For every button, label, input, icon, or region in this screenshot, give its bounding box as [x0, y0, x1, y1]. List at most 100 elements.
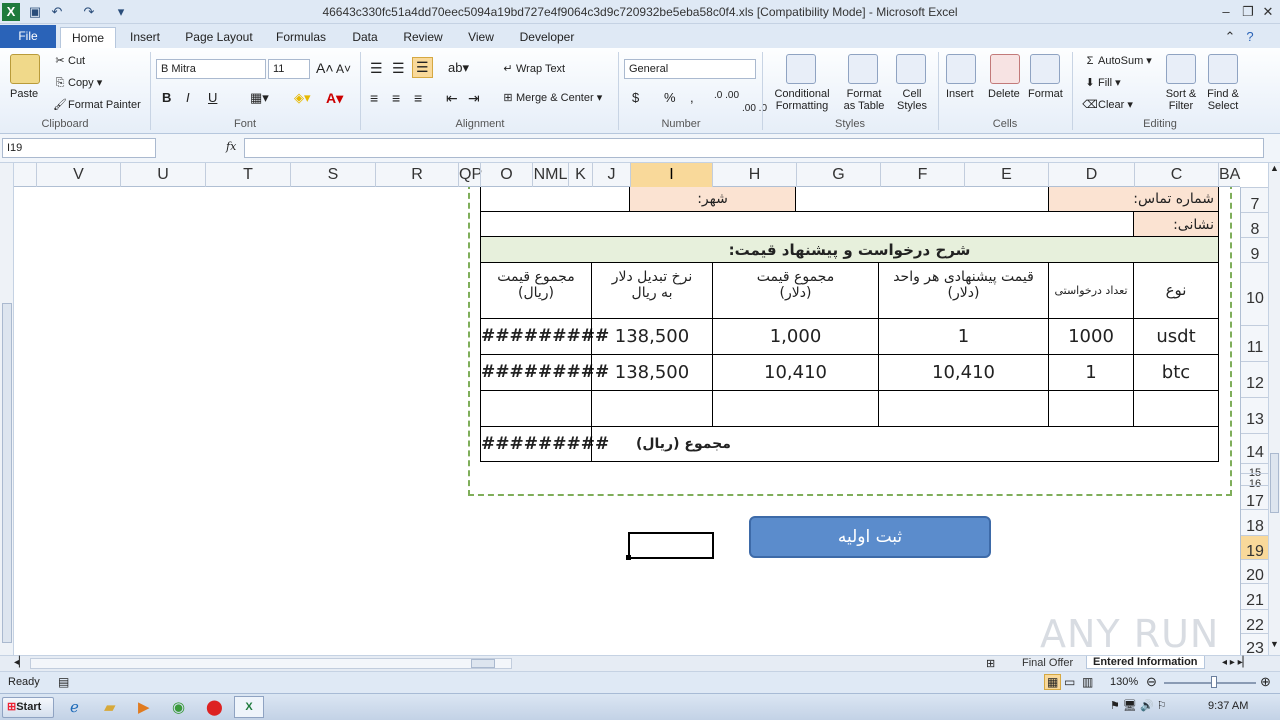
scroll-down-icon[interactable]: ▼ — [1269, 639, 1280, 655]
row-header[interactable]: 15 — [1241, 463, 1269, 479]
zoom-slider-thumb[interactable] — [1211, 676, 1217, 688]
column-header[interactable]: T — [205, 163, 290, 187]
delete-cells-icon[interactable] — [990, 54, 1020, 84]
paste-button[interactable]: Paste — [10, 88, 38, 100]
header-unit-price[interactable]: قیمت پیشنهادی هر واحد (دلار) — [878, 262, 1049, 319]
column-header[interactable]: H — [712, 163, 796, 187]
cell-qty[interactable]: 1 — [1048, 354, 1134, 391]
scroll-thumb[interactable] — [1270, 453, 1279, 513]
insert-sheet-icon[interactable]: ⊞ — [986, 657, 995, 670]
close-icon[interactable]: ✕ — [1258, 3, 1278, 21]
row-header[interactable]: 12 — [1241, 361, 1269, 397]
zoom-out-icon[interactable]: ⊖ — [1146, 674, 1157, 690]
comma-button[interactable]: , — [690, 90, 694, 105]
column-header[interactable]: I — [630, 163, 712, 187]
zoom-in-icon[interactable]: ⊕ — [1260, 674, 1271, 690]
column-header[interactable]: F — [880, 163, 964, 187]
align-right-icon[interactable]: ≡ — [414, 90, 422, 106]
page-break-view-icon[interactable]: ▥ — [1082, 675, 1093, 689]
align-left-icon[interactable]: ≡ — [370, 90, 378, 106]
cell-unit-price[interactable]: 10,410 — [878, 354, 1049, 391]
tab-view[interactable]: View — [460, 27, 502, 48]
sum-label-cell[interactable]: مجموع (ریال) — [591, 426, 1219, 462]
cell-type[interactable]: btc — [1133, 354, 1219, 391]
formula-input[interactable] — [244, 138, 1264, 158]
wrap-text-button[interactable]: ↵ Wrap Text — [500, 62, 565, 75]
row-header[interactable]: 21 — [1241, 583, 1269, 609]
sheet-area[interactable]: شهر: شماره تماس: نشانی: شرح درخواست و پی… — [14, 187, 1240, 655]
stop-icon[interactable]: ⬤ — [206, 698, 223, 716]
column-header[interactable]: QP — [458, 163, 482, 187]
delete-cells-button[interactable]: Delete — [988, 88, 1020, 100]
row-header[interactable]: 10 — [1241, 262, 1269, 325]
city-label[interactable]: شهر: — [629, 187, 796, 212]
empty-cell[interactable] — [1048, 390, 1134, 427]
insert-cells-button[interactable]: Insert — [946, 88, 974, 100]
minimize-icon[interactable]: – — [1216, 3, 1236, 21]
percent-button[interactable]: % — [664, 90, 676, 105]
cut-button[interactable]: ✂ Cut — [52, 54, 85, 67]
column-header[interactable]: U — [120, 163, 205, 187]
tab-file[interactable]: File — [0, 25, 56, 48]
start-button[interactable]: ⊞Start — [2, 697, 54, 718]
increase-indent-icon[interactable]: ⇥ — [468, 90, 480, 107]
align-middle-icon[interactable]: ☰ — [392, 60, 405, 77]
fill-color-icon[interactable]: ◈▾ — [294, 90, 311, 106]
copy-button[interactable]: ⎘ Copy ▾ — [52, 76, 103, 90]
scroll-thumb[interactable] — [2, 303, 12, 643]
orientation-icon[interactable]: ab▾ — [448, 60, 469, 76]
format-as-table-icon[interactable] — [848, 54, 878, 84]
empty-cell[interactable] — [712, 390, 879, 427]
header-rate[interactable]: نرخ تبدیل دلار به ریال — [591, 262, 713, 319]
row-header[interactable]: 18 — [1241, 509, 1269, 535]
cell-unit-price[interactable]: 1 — [878, 318, 1049, 355]
tab-home[interactable]: Home — [60, 27, 116, 48]
horizontal-scrollbar[interactable] — [30, 658, 512, 669]
cell-styles-button[interactable]: Cell Styles — [892, 88, 932, 112]
media-player-icon[interactable]: ▶ — [138, 698, 150, 716]
contact-label[interactable]: شماره تماس: — [1048, 187, 1219, 212]
column-header[interactable]: C — [1134, 163, 1218, 187]
column-header[interactable]: S — [290, 163, 375, 187]
tab-review[interactable]: Review — [396, 27, 450, 48]
scroll-up-icon[interactable]: ▲ — [1269, 163, 1280, 179]
fill-handle[interactable] — [626, 555, 631, 560]
cell-total-rial[interactable]: ######### — [480, 354, 609, 391]
shrink-font-icon[interactable]: A˅ — [336, 62, 351, 76]
help-icon[interactable]: ? — [1240, 28, 1260, 46]
sort-filter-button[interactable]: Sort & Filter — [1160, 88, 1202, 112]
grow-font-icon[interactable]: A˄ — [316, 60, 334, 76]
page-layout-view-icon[interactable]: ▭ — [1064, 675, 1075, 689]
tab-developer[interactable]: Developer — [514, 27, 580, 48]
conditional-formatting-icon[interactable] — [786, 54, 816, 84]
row-header[interactable]: 14 — [1241, 433, 1269, 463]
cell-total-usd[interactable]: 1,000 — [712, 318, 879, 355]
folder-icon[interactable]: ▰ — [104, 698, 116, 716]
city-value[interactable] — [795, 187, 1049, 212]
column-header[interactable]: K — [568, 163, 592, 187]
row-header[interactable]: 17 — [1241, 485, 1269, 510]
cell-styles-icon[interactable] — [896, 54, 926, 84]
column-header[interactable]: V — [36, 163, 120, 187]
selected-cell-I19[interactable] — [628, 532, 714, 559]
cell-qty[interactable]: 1000 — [1048, 318, 1134, 355]
format-cells-button[interactable]: Format — [1028, 88, 1063, 100]
column-header[interactable]: J — [592, 163, 630, 187]
row-header[interactable]: 22 — [1241, 609, 1269, 634]
underline-button[interactable]: U — [208, 90, 217, 105]
address-value[interactable] — [480, 211, 1134, 237]
align-center-icon[interactable]: ≡ — [392, 90, 400, 106]
sheet-nav-icon[interactable]: ◂ ▸ ▸▏ — [1222, 657, 1250, 668]
sheet-tab-final-offer[interactable]: Final Offer — [1022, 657, 1073, 669]
zoom-slider[interactable] — [1164, 682, 1256, 684]
cell-total-rial[interactable]: ######### — [480, 318, 609, 355]
autosum-button[interactable]: Σ AutoSum ▾ — [1082, 54, 1152, 67]
font-color-icon[interactable]: A▾ — [326, 90, 343, 107]
font-size-select[interactable]: 11 — [268, 59, 310, 79]
bold-button[interactable]: B — [162, 90, 171, 105]
section-title[interactable]: شرح درخواست و پیشنهاد قیمت: — [480, 236, 1219, 263]
header-type[interactable]: نوع — [1133, 262, 1219, 319]
sheet-tab-entered-information[interactable]: Entered Information — [1086, 656, 1205, 669]
row-header[interactable]: 23 — [1241, 633, 1269, 657]
conditional-formatting-button[interactable]: Conditional Formatting — [770, 88, 834, 112]
